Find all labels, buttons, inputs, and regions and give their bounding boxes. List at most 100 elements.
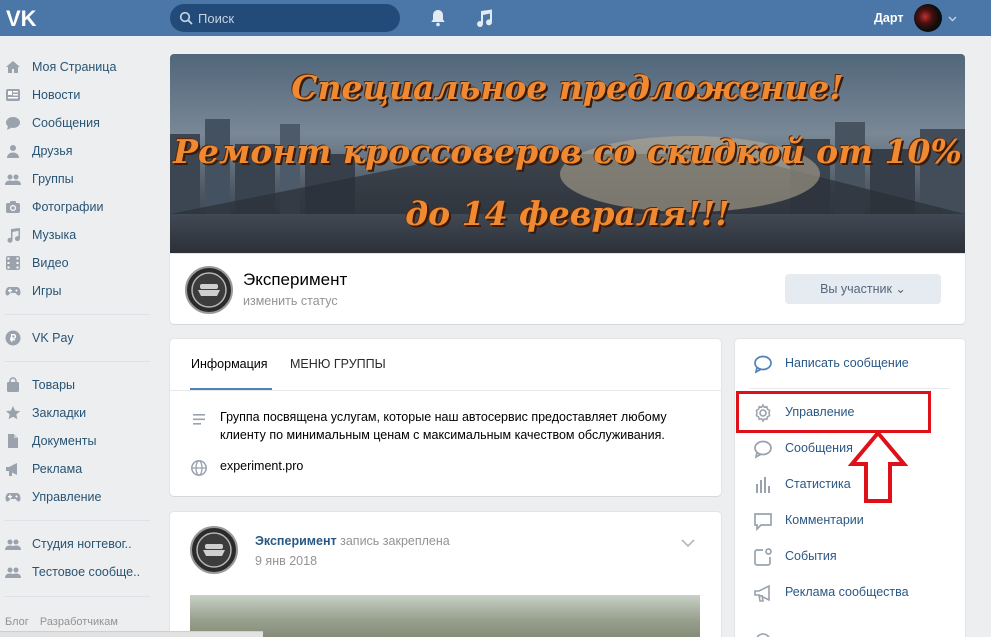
vkpay-icon: ₽ — [5, 330, 21, 346]
sidebar-item-label: Документы — [32, 434, 97, 448]
sidebar-item-label: Закладки — [32, 406, 87, 420]
sidebar-item-games[interactable]: Игры — [0, 278, 160, 304]
group-header: Эксперимент изменить статус Вы участник … — [170, 254, 965, 324]
group-status-link[interactable]: изменить статус — [243, 294, 338, 308]
more-icon[interactable] — [753, 631, 773, 637]
megaphone-icon — [6, 463, 17, 476]
sidebar-item-label: VK Pay — [32, 331, 74, 345]
post-author-line: Эксперимент запись закреплена — [255, 534, 450, 548]
sidebar-item-label: Тестовое сообще.. — [32, 565, 141, 579]
tab-group-menu[interactable]: МЕНЮ ГРУППЫ — [290, 357, 386, 371]
gamepad-icon — [5, 287, 21, 296]
messages-icon — [6, 117, 20, 130]
stats-icon — [756, 477, 770, 493]
group-website-link[interactable]: experiment.pro — [220, 457, 303, 475]
sidebar-item-my-page[interactable]: Моя Страница — [0, 54, 160, 80]
community-icon — [5, 539, 21, 550]
megaphone-icon — [754, 584, 770, 602]
search-icon — [179, 11, 193, 25]
action-label: Комментарии — [785, 513, 864, 527]
sidebar-item-management[interactable]: Управление — [0, 484, 160, 510]
groups-icon — [5, 174, 21, 185]
music-icon[interactable] — [474, 8, 494, 28]
user-menu[interactable]: Дарт — [860, 4, 960, 32]
video-icon — [6, 256, 20, 270]
footer-link-blog[interactable]: Блог — [5, 616, 29, 628]
star-icon — [5, 406, 21, 420]
sidebar-item-label: Группы — [32, 172, 74, 186]
horizontal-scrollbar[interactable] — [0, 631, 263, 637]
svg-text:₽: ₽ — [10, 334, 17, 345]
post-author-name[interactable]: Эксперимент — [255, 534, 337, 548]
events-icon — [754, 548, 772, 566]
sidebar-divider — [4, 596, 150, 597]
sidebar-item-messages[interactable]: Сообщения — [0, 110, 160, 136]
group-avatar[interactable] — [185, 266, 233, 314]
sidebar-item-groups[interactable]: Группы — [0, 166, 160, 192]
sidebar-item-label: Игры — [32, 284, 62, 298]
sidebar-item-label: Видео — [32, 256, 69, 270]
sidebar-item-ads[interactable]: Реклама — [0, 456, 160, 482]
description-line: Группа посвящена услугам, которые наш ав… — [220, 410, 667, 424]
sidebar-item-label: Студия ногтевог.. — [32, 537, 132, 551]
document-icon — [8, 434, 18, 448]
cover-date-line: до 14 февраля!!! — [405, 194, 730, 233]
vk-logo-icon[interactable]: VK — [4, 6, 40, 30]
chevron-down-icon: ⌄ — [895, 282, 906, 296]
sidebar-item-friends[interactable]: Друзья — [0, 138, 160, 164]
member-button[interactable]: Вы участник ⌄ — [785, 274, 941, 304]
cover-headline: Специальное предложение! — [291, 68, 844, 107]
info-tabs: Информация МЕНЮ ГРУППЫ — [170, 339, 721, 391]
pinned-post: Эксперимент запись закреплена 9 янв 2018 — [170, 512, 721, 637]
group-cover: Специальное предложение! Ремонт кроссове… — [170, 54, 965, 254]
sidebar-item-label: Музыка — [32, 228, 77, 242]
user-name: Дарт — [874, 11, 904, 25]
sidebar-item-bookmarks[interactable]: Закладки — [0, 400, 160, 426]
action-community-ads[interactable]: Реклама сообщества — [735, 574, 965, 610]
write-message-label: Написать сообщение — [785, 356, 909, 370]
sidebar-item-community-test[interactable]: Тестовое сообще.. — [0, 559, 160, 585]
post-date[interactable]: 9 янв 2018 — [255, 554, 317, 568]
sidebar-item-vk-pay[interactable]: ₽ VK Pay — [0, 325, 160, 351]
comment-icon — [754, 513, 772, 531]
post-image[interactable] — [190, 595, 700, 637]
highlight-box — [736, 391, 931, 433]
sidebar-divider — [4, 361, 150, 362]
action-events[interactable]: События — [735, 538, 965, 574]
action-comments[interactable]: Комментарии — [735, 502, 965, 538]
post-author-avatar[interactable] — [190, 526, 238, 574]
cover-subheadline: Ремонт кроссоверов со скидкой от 10% — [173, 132, 962, 171]
tab-active-indicator — [190, 388, 272, 390]
bell-icon[interactable] — [428, 8, 448, 28]
sidebar-item-label: Управление — [32, 490, 102, 504]
music-icon — [7, 228, 20, 243]
tab-information[interactable]: Информация — [191, 357, 268, 371]
action-label: События — [785, 549, 837, 563]
sidebar-item-label: Реклама — [32, 462, 83, 476]
search-box[interactable] — [170, 4, 400, 32]
sidebar-item-goods[interactable]: Товары — [0, 372, 160, 398]
sidebar-item-community-studio[interactable]: Студия ногтевог.. — [0, 531, 160, 557]
post-pinned-label: запись закреплена — [340, 534, 450, 548]
message-bubble-icon — [754, 355, 772, 374]
footer-link-developers[interactable]: Разработчикам — [40, 616, 118, 628]
description-line: клиенту по минимальным ценам с максималь… — [220, 428, 665, 442]
search-input[interactable] — [198, 4, 393, 32]
friends-icon — [7, 145, 19, 158]
group-name: Эксперимент — [243, 270, 348, 289]
top-bar: VK Дарт — [0, 0, 991, 36]
chevron-down-icon[interactable] — [681, 538, 695, 548]
sidebar-item-photos[interactable]: Фотографии — [0, 194, 160, 220]
sidebar-divider — [4, 520, 150, 521]
sidebar-item-music[interactable]: Музыка — [0, 222, 160, 248]
member-button-label: Вы участник — [820, 282, 892, 296]
sidebar-item-news[interactable]: Новости — [0, 82, 160, 108]
write-message-button[interactable]: Написать сообщение — [735, 345, 965, 381]
sidebar-item-documents[interactable]: Документы — [0, 428, 160, 454]
gamepad-icon — [5, 493, 21, 502]
svg-text:VK: VK — [6, 6, 37, 30]
avatar — [914, 4, 942, 32]
sidebar-item-video[interactable]: Видео — [0, 250, 160, 276]
action-label: Статистика — [785, 477, 851, 491]
action-label: Сообщения — [785, 441, 853, 455]
